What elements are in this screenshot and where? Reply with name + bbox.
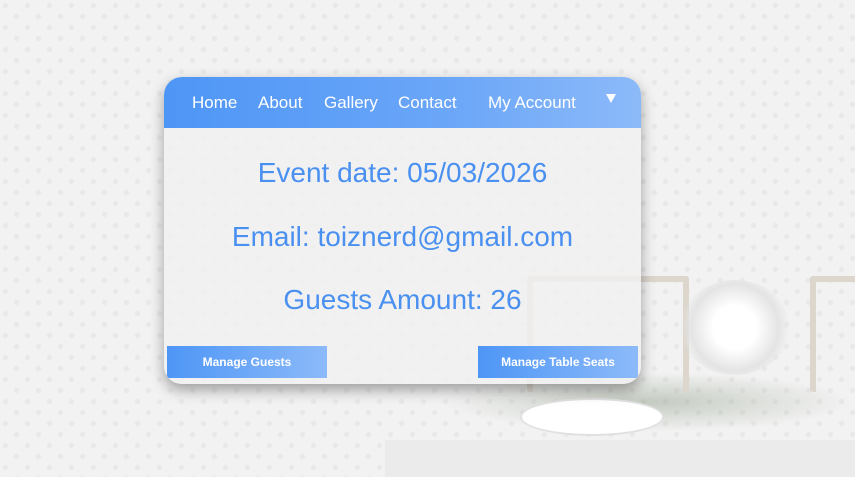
- manage-table-seats-button[interactable]: Manage Table Seats: [478, 346, 638, 378]
- top-navigation: Home About Gallery Contact My Account: [164, 77, 641, 128]
- email-text: Email: toiznerd@gmail.com: [231, 221, 574, 252]
- event-date-text: Event date: 05/03/2026: [257, 157, 548, 188]
- plate-image: [520, 398, 664, 436]
- flower-centerpiece-image: [680, 280, 790, 375]
- nav-about-link[interactable]: About: [258, 93, 302, 113]
- event-card: Home About Gallery Contact My Account Ev…: [164, 77, 641, 384]
- nav-contact-link[interactable]: Contact: [398, 93, 457, 113]
- nav-my-account-link[interactable]: My Account: [488, 93, 576, 113]
- tablecloth-image: [385, 440, 855, 477]
- nav-home-link[interactable]: Home: [192, 93, 237, 113]
- chair-image: [810, 276, 855, 392]
- guests-amount-text: Guests Amount: 26: [283, 284, 522, 315]
- dropdown-arrow-icon[interactable]: [606, 94, 616, 103]
- manage-guests-button[interactable]: Manage Guests: [167, 346, 327, 378]
- nav-gallery-link[interactable]: Gallery: [324, 93, 378, 113]
